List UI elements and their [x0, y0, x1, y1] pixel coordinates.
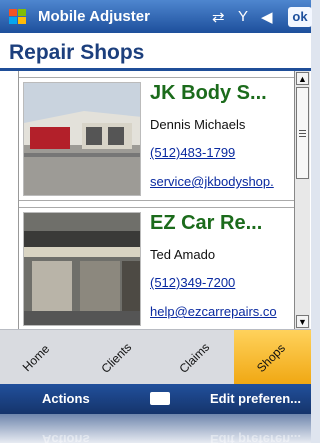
shop-card[interactable]: EZ Car Re... Ted Amado (512)349-7200 hel… [19, 207, 295, 329]
shop-phone-link[interactable]: (512)349-7200 [150, 275, 235, 290]
edit-preferences-softkey[interactable]: Edit preferen... [210, 391, 301, 406]
shop-contact: Dennis Michaels [150, 117, 246, 132]
shops-list[interactable]: JK Body S... Dennis Michaels (512)483-17… [18, 71, 295, 329]
shop-email-link[interactable]: service@jkbodyshop. [150, 174, 274, 189]
keyboard-icon[interactable] [150, 392, 170, 405]
shop-name: JK Body S... [150, 82, 267, 104]
scroll-down-icon[interactable]: ▼ [296, 315, 309, 328]
tab-shops[interactable]: Shops [234, 330, 311, 385]
signal-icon[interactable]: Y [238, 8, 248, 25]
tab-claims-label: Claims [176, 340, 213, 376]
shop-photo [23, 82, 141, 196]
actions-softkey[interactable]: Actions [42, 391, 90, 406]
shops-list-area: JK Body S... Dennis Michaels (512)483-17… [0, 71, 311, 329]
shop-name: EZ Car Re... [150, 212, 263, 234]
shop-contact: Ted Amado [150, 247, 216, 262]
shop-email-link[interactable]: help@ezcarrepairs.co [150, 304, 277, 319]
tab-shops-label: Shops [254, 341, 288, 375]
tab-home[interactable]: Home [0, 330, 78, 385]
screen-reflection: Actions Edit preferen... [0, 414, 311, 443]
shop-phone-link[interactable]: (512)483-1799 [150, 145, 235, 160]
ok-button[interactable]: ok [288, 7, 312, 27]
scroll-thumb[interactable] [296, 87, 309, 179]
softkey-bar: Actions Edit preferen... [0, 384, 311, 414]
volume-icon[interactable]: ◀ [261, 8, 273, 26]
shop-card[interactable]: JK Body S... Dennis Michaels (512)483-17… [19, 77, 295, 201]
app-title: Mobile Adjuster [38, 8, 150, 25]
vertical-scrollbar[interactable]: ▲ ▼ [294, 71, 310, 329]
connectivity-icon[interactable]: ⇄ [212, 8, 225, 26]
reflection-text: Actions Edit preferen... [42, 432, 302, 443]
page-heading: Repair Shops [0, 33, 311, 71]
title-bar: Mobile Adjuster ⇄ Y ◀ ok [0, 0, 312, 33]
windows-logo-icon[interactable] [8, 8, 28, 26]
tab-home-label: Home [19, 341, 53, 375]
tab-bar: Home Clients Claims Shops [0, 329, 311, 385]
shop-photo [23, 212, 141, 326]
page-title: Repair Shops [9, 41, 145, 64]
tab-clients[interactable]: Clients [78, 330, 156, 385]
tab-claims[interactable]: Claims [156, 330, 234, 385]
scroll-up-icon[interactable]: ▲ [296, 72, 309, 85]
tab-clients-label: Clients [98, 340, 135, 376]
